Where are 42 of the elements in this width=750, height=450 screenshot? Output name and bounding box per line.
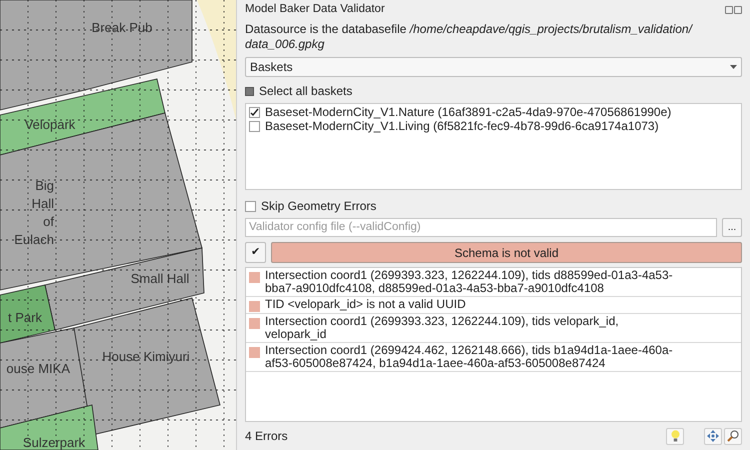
basket-item[interactable]: Baseset-ModernCity_V1.Nature (16af3891-c2a5-4da9-970e-47056861990e) [249,105,738,119]
browse-button[interactable]: ... [722,218,742,237]
error-swatch-icon [249,301,260,312]
map-label: Velopark [24,117,76,132]
pan-button[interactable] [704,428,722,444]
map-label: Small Hall [130,271,190,286]
datasource-text: Datasource is the databasefile /home/cheapdave/qgis_projects/brutalism_validation/ data_006.gpkg [245,22,694,52]
skip-geometry-checkbox[interactable] [245,200,256,212]
map-label: t Park [8,310,42,325]
validation-result-bar: Schema is not valid [271,242,742,263]
basket-checkbox[interactable] [249,120,260,132]
validate-button[interactable]: ✔ [245,242,266,263]
error-item[interactable]: Intersection coord1 (2699393.323, 1262244.109), tids velopark_id, velopark_id [246,314,741,343]
magnifier-icon [727,430,739,442]
error-count: 4 Errors [245,428,289,445]
map-label: Sulzerpark [22,435,86,450]
zoom-button[interactable] [724,428,742,444]
map-label: Break Pub [92,20,152,35]
error-item[interactable]: TID <velopark_id> is not a valid UUID [246,297,741,314]
error-swatch-icon [249,272,260,283]
caret-icon [730,65,737,69]
map-label: Big Hall of Eulach [14,178,54,247]
four-arrows-icon [707,430,719,442]
basket-item[interactable]: Baseset-ModernCity_V1.Living (6f5821fc-fec9-4b78-99d6-6ca9174a1073) [249,119,738,133]
error-item[interactable]: Intersection coord1 (2699424.462, 1262148.666), tids b1a94d1a-1aee-460a-af53-605008e87424, b1a94d1a-1aee-460a-af53-605008e87424 [246,343,741,372]
error-swatch-icon [249,318,260,329]
select-all-label: Select all baskets [259,83,352,100]
map-label: ouse MIKA [6,361,70,376]
basket-checkbox[interactable] [249,106,260,118]
lightbulb-icon [670,430,680,442]
error-text: Intersection coord1 (2699393.323, 1262244.109), tids d88599ed-01a3-4a53-bba7-a9010dfc4108, d88599ed-01a3-4a53-bba7-a9010dfc4108 [265,269,674,295]
error-swatch-icon [249,347,260,358]
filter-dropdown[interactable]: Baskets [245,57,742,77]
error-text: Intersection coord1 (2699424.462, 1262148.666), tids b1a94d1a-1aee-460a-af53-605008e87424, b1a94d1a-1aee-460a-af53-605008e87424 [265,344,674,370]
error-text: Intersection coord1 (2699393.323, 1262244.109), tids velopark_id, velopark_id [265,315,620,341]
lightbulb-button[interactable] [666,428,684,444]
skip-geometry-label: Skip Geometry Errors [261,198,376,215]
select-all-checkbox[interactable] [245,86,254,96]
error-text: TID <velopark_id> is not a valid UUID [265,298,467,311]
panel-title: Model Baker Data Validator [245,2,385,18]
config-file-field[interactable]: Validator config file (--validConfig) [245,218,717,237]
error-item[interactable]: Intersection coord1 (2699393.323, 1262244.109), tids d88599ed-01a3-4a53-bba7-a9010dfc4108, d88599ed-01a3-4a53-bba7-a9010dfc4108 [246,268,741,297]
